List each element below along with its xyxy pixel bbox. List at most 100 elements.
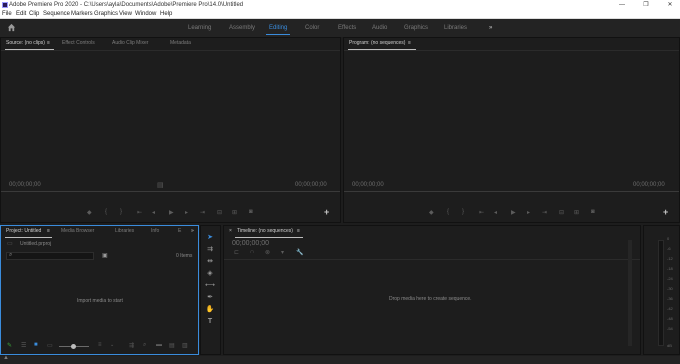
tab-project[interactable]: Project: Untitled xyxy=(6,226,41,237)
mark-in-icon[interactable]: ◆ xyxy=(87,209,92,216)
menu-graphics[interactable]: Graphics xyxy=(94,10,118,18)
program-export-frame-icon[interactable]: ◙ xyxy=(591,209,595,215)
menu-file[interactable]: File xyxy=(2,10,12,18)
go-to-out-icon[interactable]: ⇥ xyxy=(200,209,205,216)
project-tabs-overflow[interactable]: » xyxy=(191,226,194,237)
program-monitor-panel: Program: (no sequences) ≡ 00;00;00;00 00… xyxy=(343,37,680,223)
tab-source[interactable]: Source: (no clips) xyxy=(6,38,45,49)
timeline-scrollbar[interactable] xyxy=(628,240,632,346)
icon-view-icon[interactable]: ■ xyxy=(34,342,38,348)
slip-tool-icon[interactable]: ⟷ xyxy=(205,281,215,290)
mark-out-bracket-icon[interactable]: } xyxy=(120,209,122,215)
linked-selection-icon[interactable]: ⊗ xyxy=(265,249,270,256)
pen-tool-icon[interactable]: ✒ xyxy=(205,293,215,302)
workspace-graphics[interactable]: Graphics xyxy=(404,19,428,37)
workspace-learning[interactable]: Learning xyxy=(188,19,211,37)
menu-markers[interactable]: Markers xyxy=(71,10,93,18)
menu-sequence[interactable]: Sequence xyxy=(43,10,70,18)
menu-view[interactable]: View xyxy=(119,10,132,18)
program-play-icon[interactable]: ▶ xyxy=(511,209,516,216)
home-icon[interactable] xyxy=(7,23,16,32)
overwrite-icon[interactable]: ⊞ xyxy=(232,209,237,216)
hand-tool-icon[interactable]: ✋ xyxy=(205,305,215,314)
program-playhead-timecode[interactable]: 00;00;00;00 xyxy=(352,182,384,188)
workspace-effects[interactable]: Effects xyxy=(338,19,356,37)
source-button-editor-icon[interactable]: + xyxy=(324,207,329,217)
tab-metadata[interactable]: Metadata xyxy=(170,38,191,49)
tab-effects[interactable]: E xyxy=(178,226,181,237)
razor-tool-icon[interactable]: ◈ xyxy=(205,269,215,278)
program-mark-in-icon[interactable]: { xyxy=(447,209,449,215)
selection-tool-icon[interactable]: ➤ xyxy=(205,233,215,242)
tab-program[interactable]: Program: (no sequences) xyxy=(349,38,405,49)
mark-in-bracket-icon[interactable]: { xyxy=(105,209,107,215)
timeline-panel-menu-icon[interactable]: ≡ xyxy=(297,226,300,237)
close-window-button[interactable]: ✕ xyxy=(660,0,680,10)
insert-icon[interactable]: ⊟ xyxy=(217,209,222,216)
extract-icon[interactable]: ⊞ xyxy=(574,209,579,216)
timeline-playhead-timecode[interactable]: 00;00;00;00 xyxy=(232,240,269,247)
add-marker-icon[interactable]: ▾ xyxy=(281,249,284,256)
sort-icon[interactable]: ≡ xyxy=(98,342,102,348)
tab-media-browser[interactable]: Media Browser xyxy=(61,226,94,237)
program-step-forward-icon[interactable]: ▸ xyxy=(527,209,530,216)
snap-icon[interactable]: ∩ xyxy=(250,249,254,255)
program-mark-out-icon[interactable]: } xyxy=(462,209,464,215)
play-icon[interactable]: ▶ xyxy=(169,209,174,216)
ripple-edit-tool-icon[interactable]: ⇹ xyxy=(205,257,215,266)
step-back-icon[interactable]: ◂ xyxy=(152,209,155,216)
find-icon[interactable]: ⌕ xyxy=(143,342,146,349)
minimize-button[interactable]: — xyxy=(612,0,632,10)
menu-clip[interactable]: Clip xyxy=(29,10,39,18)
program-step-back-icon[interactable]: ◂ xyxy=(494,209,497,216)
source-time-ruler[interactable] xyxy=(1,191,340,192)
program-go-to-out-icon[interactable]: ⇥ xyxy=(542,209,547,216)
workspace-libraries[interactable]: Libraries xyxy=(444,19,467,37)
new-bin-icon[interactable]: ▣ xyxy=(102,252,108,259)
new-bin-bottom-icon[interactable]: ▬ xyxy=(156,342,162,348)
workspace-audio[interactable]: Audio xyxy=(372,19,387,37)
workspace-color[interactable]: Color xyxy=(305,19,319,37)
project-panel-menu-icon[interactable]: ≡ xyxy=(47,226,50,237)
timeline-settings-wrench-icon[interactable]: 🔧 xyxy=(296,249,303,256)
lift-icon[interactable]: ⊟ xyxy=(559,209,564,216)
workspace-overflow-button[interactable]: » xyxy=(489,19,492,37)
tab-libraries[interactable]: Libraries xyxy=(115,226,134,237)
program-go-to-in-icon[interactable]: ⇤ xyxy=(479,209,484,216)
tab-audio-clip-mixer[interactable]: Audio Clip Mixer xyxy=(112,38,148,49)
automate-to-sequence-icon[interactable]: ⇶ xyxy=(129,342,134,349)
source-panel-menu-icon[interactable]: ≡ xyxy=(47,38,50,49)
project-search-input[interactable]: ⌕ xyxy=(6,252,94,260)
tab-info[interactable]: Info xyxy=(151,226,159,237)
tab-timeline[interactable]: Timeline: (no sequences) xyxy=(237,226,293,237)
go-to-in-icon[interactable]: ⇤ xyxy=(137,209,142,216)
timeline-ruler-divider xyxy=(224,259,640,260)
clear-icon[interactable]: ▥ xyxy=(182,342,188,349)
menu-window[interactable]: Window xyxy=(135,10,156,18)
zoom-slider-thumb[interactable] xyxy=(71,344,76,349)
export-frame-icon[interactable]: ◙ xyxy=(249,209,253,215)
timeline-empty-message: Drop media here to create sequence. xyxy=(389,296,472,302)
sort-chevron-icon[interactable]: ⌄ xyxy=(110,342,114,348)
program-panel-menu-icon[interactable]: ≡ xyxy=(408,38,411,49)
meter-tick: -18 xyxy=(667,266,673,271)
type-tool-icon[interactable]: T xyxy=(205,317,215,326)
step-forward-icon[interactable]: ▸ xyxy=(185,209,188,216)
freeform-view-icon[interactable]: ▭ xyxy=(47,342,53,349)
menu-edit[interactable]: Edit xyxy=(16,10,26,18)
tab-effect-controls[interactable]: Effect Controls xyxy=(62,38,95,49)
workspace-assembly[interactable]: Assembly xyxy=(229,19,255,37)
source-playhead-timecode[interactable]: 00;00;00;00 xyxy=(9,182,41,188)
new-item-icon[interactable]: ▤ xyxy=(169,342,175,349)
source-settings-icon[interactable]: ▤ xyxy=(157,181,164,189)
write-protect-icon[interactable]: ✎ xyxy=(7,342,12,349)
nest-icon[interactable]: ⊏ xyxy=(234,249,239,256)
program-button-editor-icon[interactable]: + xyxy=(663,207,668,217)
program-time-ruler[interactable] xyxy=(344,191,679,192)
list-view-icon[interactable]: ☰ xyxy=(21,342,26,349)
maximize-button[interactable]: ❐ xyxy=(636,0,656,10)
timeline-close-icon[interactable]: × xyxy=(229,226,232,237)
program-mark-icon[interactable]: ◆ xyxy=(429,209,434,216)
track-select-tool-icon[interactable]: ⇉ xyxy=(205,245,215,254)
menu-help[interactable]: Help xyxy=(160,10,172,18)
